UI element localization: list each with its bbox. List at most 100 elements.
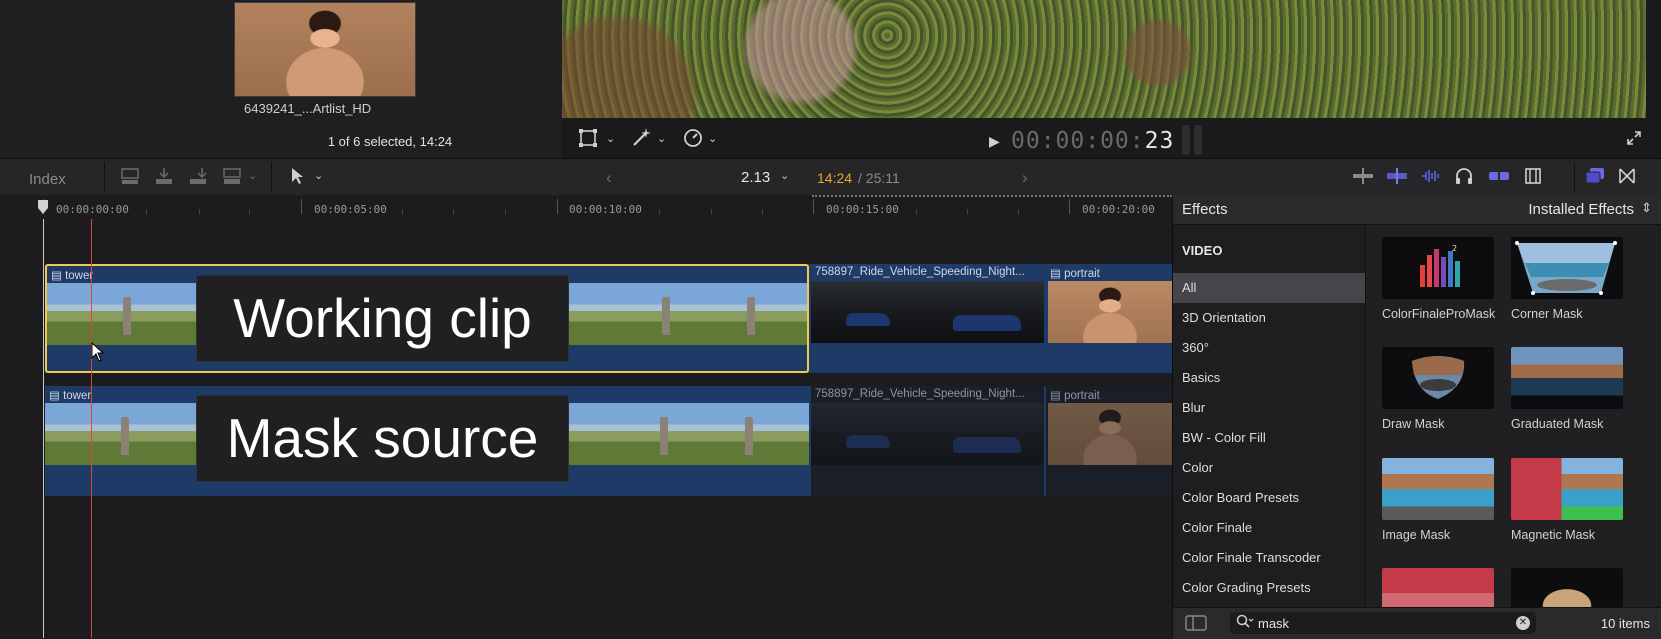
ruler-tick [557, 199, 558, 214]
ruler-tick-label: 00:00:20:00 [1082, 203, 1155, 216]
speed-gauge-icon[interactable] [682, 127, 704, 154]
chevron-down-icon[interactable]: ⌄ [248, 169, 257, 182]
clip-title: ▤ portrait [1050, 268, 1100, 280]
transitions-browser-icon[interactable] [1618, 167, 1636, 190]
ruler-tick [762, 209, 763, 214]
category-360[interactable]: 360° [1173, 333, 1365, 363]
magic-wand-icon[interactable] [631, 126, 653, 153]
clip-thumbnail-portrait[interactable] [234, 2, 416, 97]
clip-appearance-icon[interactable] [1524, 167, 1542, 190]
search-field[interactable]: mask ✕ [1230, 612, 1536, 634]
overlay-label-mask-source: Mask source [196, 395, 569, 482]
ruler-tick [711, 209, 712, 214]
effects-title: Effects [1182, 201, 1228, 218]
effect-item-draw-mask[interactable]: Draw Mask [1382, 347, 1494, 432]
timeline-toolbar: Index ⌄ ⌄ ‹ 2.13 ⌄ 14:24 / 25:11 › [0, 158, 1661, 196]
clip-filmstrip [1048, 281, 1172, 343]
effect-item-partial[interactable] [1511, 568, 1623, 607]
effect-name: Graduated Mask [1511, 417, 1604, 431]
category-color[interactable]: Color [1173, 453, 1365, 483]
clip-title: ▤ portrait [1050, 390, 1100, 402]
installed-effects-selector[interactable]: Installed Effects [1528, 201, 1634, 218]
viewer-image-aerial-foliage [562, 0, 1646, 118]
insert-clip-icon[interactable] [154, 167, 174, 190]
effect-item-graduated-mask[interactable]: Graduated Mask [1511, 347, 1623, 432]
clip-filmstrip [811, 403, 1044, 465]
timeline-zoom-level[interactable]: 2.13 [741, 169, 770, 186]
effect-item-image-mask[interactable]: Image Mask [1382, 458, 1494, 543]
chevron-down-icon[interactable]: ⌄ [708, 132, 717, 145]
category-color-board-presets[interactable]: Color Board Presets [1173, 483, 1365, 513]
category-color-finale-transcoder[interactable]: Color Finale Transcoder [1173, 543, 1365, 573]
playhead[interactable] [43, 219, 44, 638]
toolbar-divider [104, 162, 105, 192]
clip-portrait[interactable]: ▤ portrait [1046, 264, 1172, 373]
select-tool-arrow-icon[interactable] [290, 167, 304, 190]
category-basics[interactable]: Basics [1173, 363, 1365, 393]
total-duration: / 25:11 [858, 170, 900, 186]
effect-item-magnetic-mask[interactable]: Magnetic Mask [1511, 458, 1623, 543]
sidebar-toggle-icon[interactable] [1185, 615, 1207, 636]
playhead-handle-icon[interactable] [37, 199, 49, 220]
clear-search-icon[interactable]: ✕ [1516, 616, 1530, 630]
snapping-icon[interactable] [1488, 167, 1510, 190]
timeline-ruler[interactable]: 00:00:00:00 00:00:05:00 00:00:10:00 00:0… [0, 195, 1172, 219]
audio-skimming-icon[interactable] [1420, 167, 1442, 190]
browser-panel: 6439241_...Artlist_HD 1 of 6 selected, 1… [218, 0, 563, 158]
chevron-down-icon[interactable]: ⌄ [314, 169, 323, 182]
ruler-tick [453, 209, 454, 214]
timeline-area[interactable]: ▤ tower 758897_Ride_Vehicle_Speeding_Nig… [0, 219, 1172, 638]
effects-search-bar: mask ✕ 10 items [1173, 607, 1661, 639]
viewer: ⌄ ⌄ ⌄ ▶ 00:00:00:23 [562, 0, 1661, 158]
clip-ride-vehicle[interactable]: 758897_Ride_Vehicle_Speeding_Night... [811, 264, 1044, 373]
clip-ride-vehicle-lower[interactable]: 758897_Ride_Vehicle_Speeding_Night... [811, 386, 1044, 496]
chevron-left-icon[interactable]: ‹ [606, 168, 612, 188]
effects-browser-icon[interactable] [1584, 167, 1606, 190]
clip-filmstrip [811, 281, 1044, 343]
ruler-tick-label: 00:00:00:00 [56, 203, 129, 216]
ruler-range-indicator [812, 195, 1172, 197]
ruler-tick-label: 00:00:05:00 [314, 203, 387, 216]
category-blur[interactable]: Blur [1173, 393, 1365, 423]
audio-meter-icon [1182, 125, 1206, 155]
chevron-right-icon[interactable]: › [1022, 168, 1028, 188]
fullscreen-icon[interactable] [1626, 130, 1642, 151]
search-input[interactable]: mask [1258, 616, 1289, 631]
transform-crop-icon[interactable] [578, 128, 598, 153]
effect-item-partial[interactable] [1382, 568, 1494, 607]
clip-title: 758897_Ride_Vehicle_Speeding_Night... [815, 266, 1025, 278]
append-clip-icon[interactable] [188, 167, 208, 190]
category-color-finale[interactable]: Color Finale [1173, 513, 1365, 543]
effect-item-corner-mask[interactable]: Corner Mask [1511, 237, 1623, 322]
category-bw-color-fill[interactable]: BW - Color Fill [1173, 423, 1365, 453]
connect-clip-icon[interactable] [120, 167, 140, 190]
chevron-down-icon[interactable]: ⌄ [606, 132, 615, 145]
overwrite-clip-icon[interactable] [222, 167, 242, 190]
skimming-icon[interactable] [1386, 167, 1408, 190]
image-mask-preview [1382, 458, 1494, 520]
effects-grid: 2 ColorFinaleProMask Corner Mask Draw Ma… [1366, 225, 1661, 607]
ruler-tick [659, 209, 660, 214]
chevron-down-icon[interactable]: ⌄ [780, 169, 789, 182]
skimming-clip-icon[interactable] [1352, 167, 1374, 190]
category-color-grading-presets[interactable]: Color Grading Presets [1173, 573, 1365, 603]
section-header-video: VIDEO [1182, 243, 1223, 258]
play-icon[interactable]: ▶ [989, 133, 1000, 150]
chevron-up-down-icon[interactable]: ⇕ [1641, 200, 1652, 216]
ruler-tick [199, 209, 200, 214]
effect-item-colorfinalepromask[interactable]: 2 ColorFinaleProMask [1382, 237, 1495, 322]
effect-preview [1382, 568, 1494, 607]
category-all[interactable]: All [1173, 273, 1365, 303]
headphones-icon[interactable] [1454, 167, 1474, 190]
clip-thumbnail-name: 6439241_...Artlist_HD [244, 101, 372, 116]
ruler-tick [967, 209, 968, 214]
graduated-mask-preview [1511, 347, 1623, 409]
toolbar-divider [271, 162, 272, 192]
effect-name: Corner Mask [1511, 307, 1583, 321]
category-3d-orientation[interactable]: 3D Orientation [1173, 303, 1365, 333]
ruler-tick [249, 209, 250, 214]
clip-portrait-lower[interactable]: ▤ portrait [1046, 386, 1172, 496]
index-button[interactable]: Index [29, 171, 66, 188]
chevron-down-icon[interactable]: ⌄ [657, 132, 666, 145]
ruler-tick [916, 209, 917, 214]
